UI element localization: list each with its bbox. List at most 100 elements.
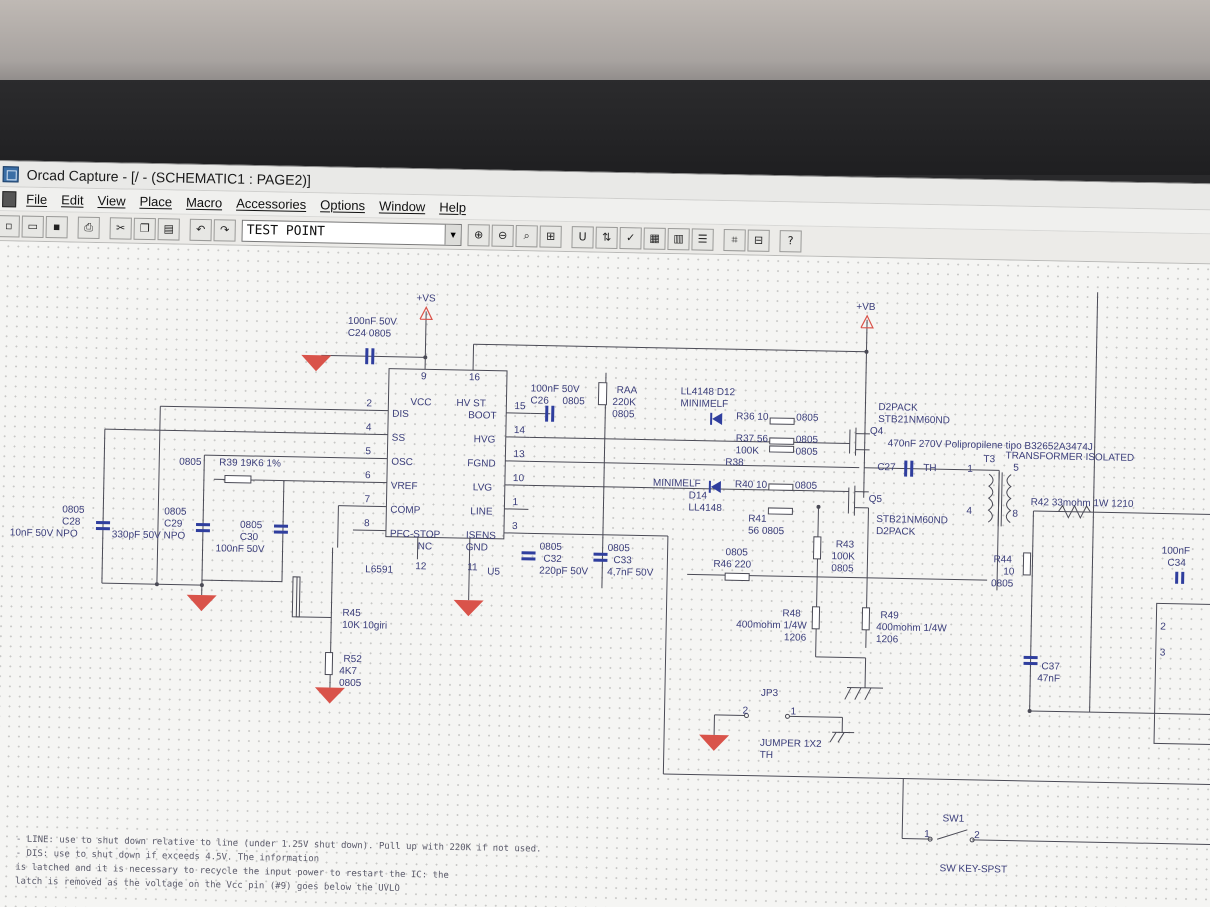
ic-pin-11: 11: [467, 562, 478, 573]
r52-ref: R52: [343, 654, 362, 665]
ic-pin-13: 13: [513, 449, 525, 460]
ic-pin-osc: OSC: [391, 457, 413, 468]
r44-pkg: 0805: [991, 578, 1014, 589]
c33-pkg: 0805: [608, 543, 631, 554]
c32-value: 220pF 50V: [539, 566, 588, 578]
menu-accessories[interactable]: Accessories: [236, 196, 306, 212]
new-file-icon[interactable]: ▫: [0, 214, 20, 238]
sw1-pin-1: 1: [924, 829, 930, 840]
jp3-th: TH: [760, 750, 774, 761]
save-icon[interactable]: ▪: [45, 215, 68, 238]
drc-icon[interactable]: ✓: [619, 226, 642, 249]
t3-pin-5: 5: [1013, 463, 1019, 474]
q4-pkg: D2PACK: [878, 402, 918, 414]
ic-pin-6: 6: [365, 470, 371, 481]
ic-pin-vref: VREF: [391, 481, 418, 493]
r48-ref: R48: [782, 608, 801, 619]
r41-ref: R41: [748, 514, 767, 525]
ic-pin-9: 9: [421, 371, 427, 382]
c37-ref: C37: [1041, 661, 1060, 672]
ic-pin-isens: ISENS: [466, 530, 497, 542]
menu-macro[interactable]: Macro: [186, 195, 222, 211]
menu-edit[interactable]: Edit: [61, 192, 84, 207]
r45-ref: R45: [342, 608, 361, 619]
q5-pkg: D2PACK: [876, 526, 916, 538]
document-menu-icon[interactable]: [2, 190, 17, 207]
copy-icon[interactable]: ❐: [133, 217, 156, 240]
c27-th: TH: [923, 463, 937, 474]
ic-pin-8: 8: [364, 518, 370, 529]
redo-icon[interactable]: ↷: [213, 218, 236, 242]
menu-place[interactable]: Place: [139, 194, 172, 210]
t3-desc: TRANSFORMER ISOLATED: [1005, 450, 1134, 463]
r42-label: R42 33mohm 1W 1210: [1031, 497, 1134, 510]
ic-pin-3: 3: [512, 521, 518, 532]
menu-file[interactable]: File: [26, 192, 47, 207]
c30-ref: C30: [240, 532, 259, 543]
jp3-part: JUMPER 1X2: [760, 738, 822, 750]
ic-pin-pfc-stop: PFC-STOP: [390, 529, 441, 541]
menu-options[interactable]: Options: [320, 197, 365, 213]
r36-pkg: 0805: [796, 412, 819, 423]
window-title: Orcad Capture - [/ - (SCHEMATIC1 : PAGE2…: [26, 166, 312, 188]
zoom-all-icon[interactable]: ⊞: [539, 224, 562, 248]
cut-icon[interactable]: ✂: [109, 216, 132, 240]
menu-view[interactable]: View: [97, 193, 125, 209]
jp3-pin-1: 1: [790, 706, 796, 717]
c24-value: 100nF 50V: [348, 316, 397, 328]
menu-help[interactable]: Help: [439, 200, 466, 216]
zoom-area-icon[interactable]: ⌕: [515, 224, 538, 247]
r37-ref: R37 56: [736, 433, 769, 445]
part-select-dropdown[interactable]: TEST POINT ▼: [241, 219, 462, 246]
ic-pin-14: 14: [514, 425, 526, 436]
note-line-2: - DIS: use to shut down if exceeds 4.5V.…: [16, 849, 320, 865]
r43-ref: R43: [836, 539, 855, 550]
ic-pin-fgnd: FGND: [467, 458, 496, 470]
undo-icon[interactable]: ↶: [189, 218, 212, 241]
d14-pkg: MINIMELF: [653, 478, 701, 490]
c28-pkg: 0805: [62, 504, 85, 515]
orcad-app-icon[interactable]: [2, 165, 19, 182]
ic-pin-10: 10: [513, 473, 525, 484]
r38-ref: R38: [725, 457, 744, 468]
help-button[interactable]: ?: [779, 229, 802, 253]
r45-value: 10K 10giri: [342, 620, 387, 632]
part-select-value: TEST POINT: [246, 222, 326, 240]
schematic-canvas[interactable]: +VS +VB 100nF 50V C24 0805 9 16 VCC 2 4 …: [0, 241, 1210, 907]
monitor-bezel: [0, 80, 1210, 175]
snap-to-grid-icon[interactable]: ⌗: [723, 228, 746, 251]
zoom-out-icon[interactable]: ⊖: [491, 224, 514, 247]
netlist-icon[interactable]: ▦: [643, 226, 666, 250]
t3-ref: T3: [983, 454, 995, 465]
back-annotate-icon[interactable]: ⇅: [595, 226, 618, 249]
ic-pin-2: 2: [366, 398, 372, 409]
jp3-ref: JP3: [761, 688, 779, 699]
schematic-drawing: +VS +VB 100nF 50V C24 0805 9 16 VCC 2 4 …: [10, 292, 1210, 894]
chevron-down-icon[interactable]: ▼: [444, 224, 461, 245]
d12-pkg: MINIMELF: [680, 398, 728, 410]
ic-pin-hvst: HV ST: [456, 398, 486, 410]
print-icon[interactable]: ⎙: [77, 216, 100, 239]
c32-ref: C32: [543, 554, 562, 565]
zoom-in-icon[interactable]: ⊕: [467, 223, 490, 247]
ic-pin-comp: COMP: [390, 505, 421, 517]
r41-value: 56 0805: [748, 526, 785, 538]
cross-reference-icon[interactable]: ▥: [667, 227, 690, 250]
project-manager-icon[interactable]: ⊟: [747, 228, 770, 252]
ic-pin-4: 4: [366, 422, 372, 433]
ic-ref: U5: [487, 567, 500, 578]
c26-ref: C26: [530, 395, 549, 406]
paste-icon[interactable]: ▤: [157, 217, 180, 241]
bill-of-materials-icon[interactable]: ☰: [691, 227, 714, 251]
menu-window[interactable]: Window: [379, 198, 426, 214]
open-folder-icon[interactable]: ▭: [21, 215, 44, 238]
sw1-pin-2: 2: [974, 830, 980, 841]
r46-pkg: 0805: [725, 547, 748, 558]
annotate-icon[interactable]: U: [571, 225, 594, 249]
t3-pin-1: 1: [967, 464, 973, 475]
r39-ref: R39 19K6 1%: [219, 457, 281, 469]
r52-value: 4K7: [339, 666, 357, 677]
r39-pkg: 0805: [179, 457, 202, 468]
r37-pkg-1: 0805: [796, 434, 819, 445]
connector-pin-3: 3: [1160, 647, 1166, 658]
